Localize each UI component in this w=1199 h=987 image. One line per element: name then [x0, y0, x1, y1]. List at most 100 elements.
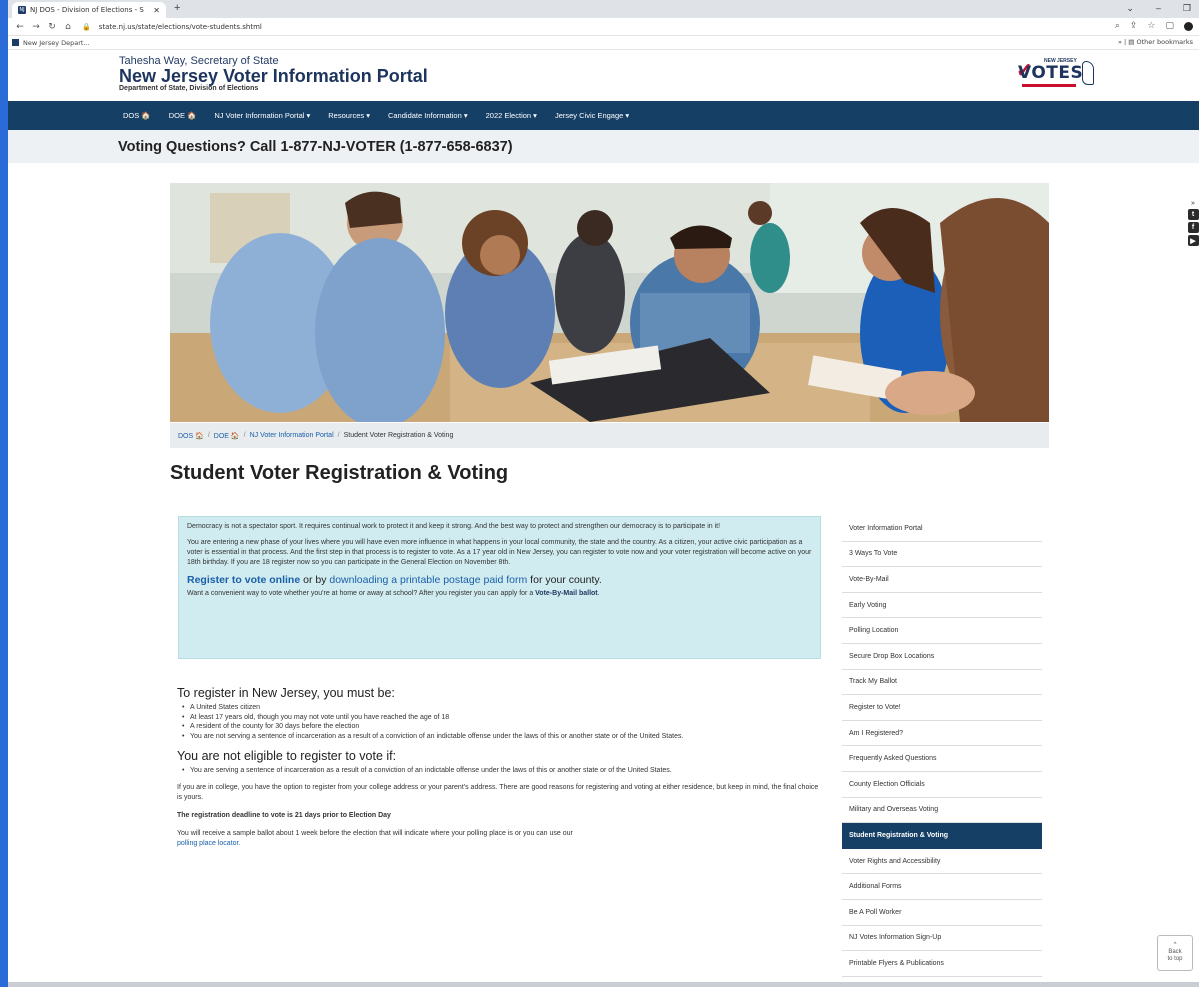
zoom-icon[interactable]: ⌕ — [1115, 21, 1120, 31]
breadcrumb: DOS 🏠 / DOE 🏠 / NJ Voter Information Por… — [170, 423, 1049, 448]
nj-votes-logo[interactable]: NEW JERSEY ✓ VOTES — [1016, 56, 1100, 92]
page-title: Student Voter Registration & Voting — [170, 462, 509, 484]
vote-by-mail-link[interactable]: Vote-By-Mail ballot — [535, 590, 597, 597]
list-item: A resident of the county for 30 days bef… — [177, 722, 822, 731]
nav-jersey-civic-engage[interactable]: Jersey Civic Engage ▾ — [546, 111, 638, 120]
breadcrumb-separator: / — [337, 432, 340, 439]
horizontal-scrollbar[interactable] — [8, 982, 1199, 987]
chevron-down-icon[interactable]: ⌄ — [1126, 3, 1134, 14]
nav-candidate-information[interactable]: Candidate Information ▾ — [379, 111, 477, 120]
breadcrumb-doe[interactable]: DOE 🏠 — [214, 432, 240, 440]
sidebar-item-voter-information-portal[interactable]: Voter Information Portal — [842, 516, 1042, 542]
sidebar-item-track-my-ballot[interactable]: Track My Ballot — [842, 670, 1042, 696]
browser-tab-title: NJ DOS - Division of Elections - S — [30, 6, 144, 14]
home-icon[interactable]: ⌂ — [60, 22, 76, 32]
convenient-text: Want a convenient way to vote whether yo… — [187, 590, 536, 597]
other-bookmarks[interactable]: » | ▤ Other bookmarks — [1118, 38, 1193, 46]
register-online-link[interactable]: Register to vote online — [187, 574, 300, 586]
logo-underline — [1022, 84, 1076, 87]
polling-place-locator-link[interactable]: polling place locator. — [177, 840, 240, 847]
chevron-up-icon: ^ — [1173, 942, 1177, 948]
header-text: Tahesha Way, Secretary of State New Jers… — [119, 55, 428, 92]
hero-image — [170, 183, 1049, 422]
voting-questions-bar: Voting Questions? Call 1-877-NJ-VOTER (1… — [8, 130, 1199, 163]
convenient-line: Want a convenient way to vote whether yo… — [187, 589, 812, 599]
sidebar-item-county-election-officials[interactable]: County Election Officials — [842, 772, 1042, 798]
nav-dos[interactable]: DOS 🏠 — [121, 111, 160, 120]
main-content: To register in New Jersey, you must be: … — [177, 686, 822, 857]
main-nav: DOS 🏠 DOE 🏠 NJ Voter Information Portal … — [8, 101, 1199, 130]
sidebar-item-register-to-vote[interactable]: Register to Vote! — [842, 695, 1042, 721]
logo-votes-text: VOTES — [1018, 63, 1084, 83]
nav-resources[interactable]: Resources ▾ — [319, 111, 379, 120]
sidebar-item-additional-forms[interactable]: Additional Forms — [842, 874, 1042, 900]
bookmark-nj-department[interactable]: New Jersey Depart... — [23, 39, 90, 47]
intro-paragraph-1: Democracy is not a spectator sport. It r… — [187, 523, 721, 530]
sidebar-nav: Voter Information Portal 3 Ways To Vote … — [842, 516, 1042, 977]
list-item: You are serving a sentence of incarcerat… — [177, 766, 822, 775]
sidebar-item-military-overseas[interactable]: Military and Overseas Voting — [842, 798, 1042, 824]
collapse-chevron-icon[interactable]: » — [1191, 200, 1195, 207]
profile-avatar[interactable] — [1184, 22, 1193, 31]
twitter-icon[interactable]: t — [1187, 209, 1199, 220]
sidebar-item-printable-flyers[interactable]: Printable Flyers & Publications — [842, 951, 1042, 977]
students-classroom-photo — [170, 183, 1049, 422]
youtube-icon[interactable]: ▶ — [1187, 235, 1199, 246]
for-county-text: for your county. — [527, 574, 602, 586]
sample-ballot-paragraph: You will receive a sample ballot about 1… — [177, 829, 822, 849]
bookmarks-bar: New Jersey Depart... » | ▤ Other bookmar… — [8, 36, 1199, 50]
bookmark-favicon-icon — [12, 39, 19, 46]
facebook-icon[interactable]: f — [1187, 222, 1199, 233]
sidebar-item-polling-location[interactable]: Polling Location — [842, 618, 1042, 644]
breadcrumb-current: Student Voter Registration & Voting — [343, 432, 454, 439]
share-icon[interactable]: ⇪ — [1130, 21, 1138, 31]
breadcrumb-dos[interactable]: DOS 🏠 — [178, 432, 204, 440]
sidebar-item-am-i-registered[interactable]: Am I Registered? — [842, 721, 1042, 747]
download-form-link[interactable]: downloading a printable postage paid for… — [329, 574, 527, 586]
breadcrumb-portal[interactable]: NJ Voter Information Portal — [250, 432, 334, 439]
site-header: Tahesha Way, Secretary of State New Jers… — [8, 50, 1199, 101]
sidebar-item-sign-up[interactable]: NJ Votes Information Sign-Up — [842, 926, 1042, 952]
window-controls: ⌄ – ❐ — [1126, 3, 1191, 14]
breadcrumb-separator: / — [243, 432, 246, 439]
sidebar-item-secure-drop-box[interactable]: Secure Drop Box Locations — [842, 644, 1042, 670]
site-title[interactable]: New Jersey Voter Information Portal — [119, 67, 428, 85]
reload-icon[interactable]: ↻ — [44, 22, 60, 32]
sidebar-item-voter-rights[interactable]: Voter Rights and Accessibility — [842, 849, 1042, 875]
sidebar-item-vote-by-mail[interactable]: Vote-By-Mail — [842, 567, 1042, 593]
sidepanel-icon[interactable]: ▢ — [1165, 21, 1174, 31]
nj-state-outline-icon — [1082, 61, 1094, 85]
new-tab-icon[interactable]: + — [174, 2, 180, 14]
url-field[interactable]: state.nj.us/state/elections/vote-student… — [99, 23, 262, 31]
forward-arrow-icon[interactable]: → — [28, 22, 44, 32]
sidebar-item-student-registration[interactable]: Student Registration & Voting — [842, 823, 1042, 849]
close-tab-icon[interactable]: ✕ — [153, 6, 160, 15]
period-text: . — [597, 590, 600, 597]
lock-icon[interactable]: 🔒 — [82, 23, 91, 31]
star-icon[interactable]: ☆ — [1147, 21, 1155, 31]
back-arrow-icon[interactable]: ← — [12, 22, 28, 32]
register-line: Register to vote online or by downloadin… — [187, 574, 812, 587]
nav-2022-election[interactable]: 2022 Election ▾ — [477, 111, 546, 120]
not-eligible-list: You are serving a sentence of incarcerat… — [177, 766, 822, 775]
sidebar-item-faq[interactable]: Frequently Asked Questions — [842, 746, 1042, 772]
sidebar-item-early-voting[interactable]: Early Voting — [842, 593, 1042, 619]
sidebar-item-poll-worker[interactable]: Be A Poll Worker — [842, 900, 1042, 926]
must-be-heading: To register in New Jersey, you must be: — [177, 686, 395, 700]
nj-favicon-icon: NJ — [18, 6, 26, 14]
browser-tab[interactable]: NJ NJ DOS - Division of Elections - S ✕ — [12, 2, 166, 18]
nav-doe[interactable]: DOE 🏠 — [160, 111, 206, 120]
deadline-paragraph: The registration deadline to vote is 21 … — [177, 811, 391, 819]
sample-ballot-text: You will receive a sample ballot about 1… — [177, 829, 573, 837]
back-to-top-button[interactable]: ^ Back to top — [1157, 935, 1193, 971]
social-links: » t f ▶ — [1187, 200, 1199, 246]
or-by-text: or by — [300, 574, 330, 586]
sidebar-item-3-ways-to-vote[interactable]: 3 Ways To Vote — [842, 542, 1042, 568]
browser-tab-bar: NJ NJ DOS - Division of Elections - S ✕ … — [8, 0, 1199, 18]
minimize-icon[interactable]: – — [1156, 3, 1161, 14]
maximize-icon[interactable]: ❐ — [1183, 3, 1191, 14]
voting-questions-text[interactable]: Voting Questions? Call 1-877-NJ-VOTER (1… — [118, 139, 513, 155]
back-to-top-line1: Back — [1168, 949, 1182, 955]
intro-paragraph-2: You are entering a new phase of your liv… — [187, 539, 812, 566]
nav-voter-portal[interactable]: NJ Voter Information Portal ▾ — [205, 111, 319, 120]
